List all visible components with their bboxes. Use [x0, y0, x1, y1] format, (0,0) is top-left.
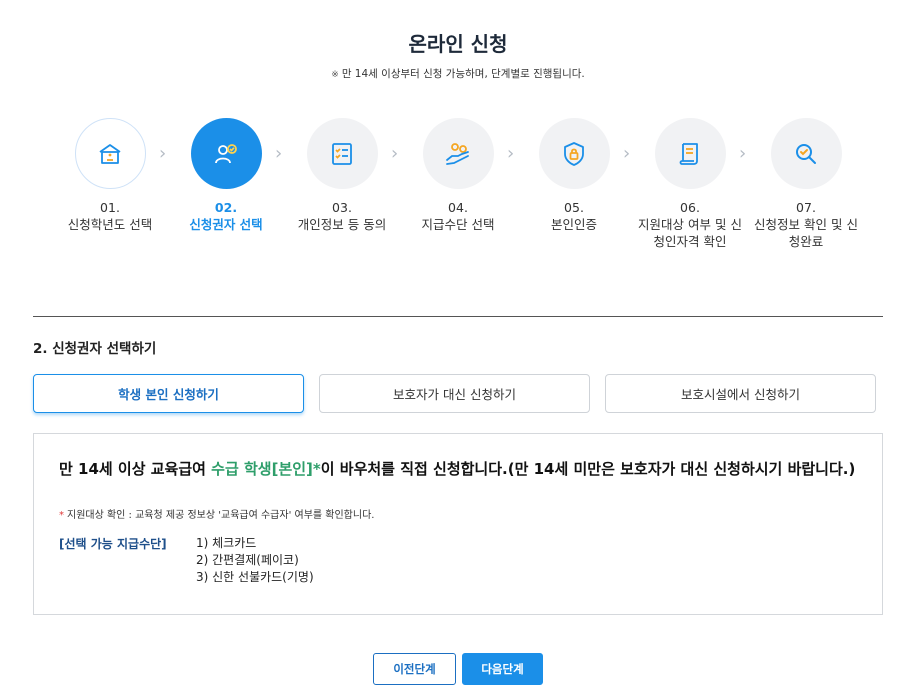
payment-methods-label: [선택 가능 지급수단]: [59, 537, 167, 551]
step-6-circle: [654, 118, 726, 189]
step-3-circle: [306, 118, 378, 189]
chevron-right-icon: ›: [159, 143, 167, 164]
next-step-button[interactable]: 다음단계: [462, 653, 543, 685]
chevron-right-icon: ›: [275, 143, 283, 164]
step-6-number: 06.: [680, 200, 700, 215]
step-5: 05. 본인인증: [516, 118, 632, 233]
option-student-self-button[interactable]: 학생 본인 신청하기: [33, 374, 304, 413]
step-2-number: 02.: [214, 200, 238, 215]
previous-step-button[interactable]: 이전단계: [373, 653, 456, 685]
step-5-number: 05.: [564, 200, 584, 215]
step-1-circle: [74, 118, 146, 189]
info-note-text: 지원대상 확인 : 교육청 제공 정보상 '교육급여 수급자' 여부를 확인합니…: [67, 510, 375, 521]
info-panel: 만 14세 이상 교육급여 수급 학생[본인]*이 바우처를 직접 신청합니다.…: [33, 433, 883, 615]
payment-method-item: 1) 체크카드: [196, 536, 257, 550]
document-scroll-icon: [679, 142, 698, 165]
notice-mark: ※: [331, 70, 339, 80]
page-title: 온라인 신청: [408, 32, 508, 56]
step-6-label: 지원대상 여부 및 신청인자격 확인: [638, 217, 742, 249]
step-3-number: 03.: [332, 200, 352, 215]
section-divider: [33, 316, 883, 317]
step-1-label: 신청학년도 선택: [67, 217, 153, 232]
step-5-label: 본인인증: [550, 217, 597, 232]
info-headline: 만 14세 이상 교육급여 수급 학생[본인]*이 바우처를 직접 신청합니다.…: [59, 459, 859, 480]
step-1: 01. 신청학년도 선택: [52, 118, 168, 233]
info-headline-start: 만 14세 이상 교육급여: [59, 460, 212, 478]
step-4-number: 04.: [448, 200, 468, 215]
section-title: 2. 신청권자 선택하기: [33, 341, 157, 357]
shield-lock-icon: [564, 141, 584, 166]
user-check-icon: [215, 143, 237, 163]
step-2: 02. 신청권자 선택: [168, 118, 284, 233]
step-1-number: 01.: [100, 200, 120, 215]
checklist-icon: [332, 142, 352, 165]
step-6: 06. 지원대상 여부 및 신청인자격 확인: [632, 118, 748, 250]
step-4-label: 지급수단 선택: [421, 217, 495, 232]
step-progress: 01. 신청학년도 선택 › 02. 신청권자 선택 › 03. 개인정보 등 …: [52, 118, 864, 278]
step-2-label: 신청권자 선택: [189, 217, 263, 232]
page-subtitle-text: 만 14세 이상부터 신청 가능하며, 단계별로 진행됩니다.: [341, 68, 585, 80]
chevron-right-icon: ›: [507, 143, 515, 164]
page-subtitle: ※ 만 14세 이상부터 신청 가능하며, 단계별로 진행됩니다.: [0, 66, 916, 81]
payment-methods-list: 1) 체크카드 2) 간편결제(페이코) 3) 신한 선불카드(기명): [196, 535, 314, 586]
school-building-icon: [99, 143, 121, 164]
magnifier-check-icon: [796, 143, 816, 164]
chevron-right-icon: ›: [623, 143, 631, 164]
option-facility-button[interactable]: 보호시설에서 신청하기: [605, 374, 876, 413]
step-4-circle: [422, 118, 494, 189]
chevron-right-icon: ›: [739, 143, 747, 164]
step-7: 07. 신청정보 확인 및 신청완료: [748, 118, 864, 250]
step-3: 03. 개인정보 등 동의: [284, 118, 400, 233]
info-note: * 지원대상 확인 : 교육청 제공 정보상 '교육급여 수급자' 여부를 확인합…: [59, 506, 374, 521]
payment-method-item: 3) 신한 선불카드(기명): [196, 570, 314, 584]
step-7-circle: [770, 118, 842, 189]
payment-method-item: 2) 간편결제(페이코): [196, 553, 299, 567]
info-headline-end: 이 바우처를 직접 신청합니다.(만 14세 미만은 보호자가 대신 신청하시기…: [320, 460, 856, 478]
step-2-circle: [190, 118, 262, 189]
info-headline-highlight: 수급 학생[본인]*: [211, 460, 321, 478]
note-star: *: [59, 510, 64, 521]
step-5-circle: [538, 118, 610, 189]
step-3-label: 개인정보 등 동의: [297, 217, 387, 232]
step-7-label: 신청정보 확인 및 신청완료: [754, 217, 858, 249]
step-7-number: 07.: [796, 200, 816, 215]
hand-coins-icon: [446, 142, 469, 165]
option-guardian-button[interactable]: 보호자가 대신 신청하기: [319, 374, 590, 413]
step-4: 04. 지급수단 선택: [400, 118, 516, 233]
chevron-right-icon: ›: [391, 143, 399, 164]
